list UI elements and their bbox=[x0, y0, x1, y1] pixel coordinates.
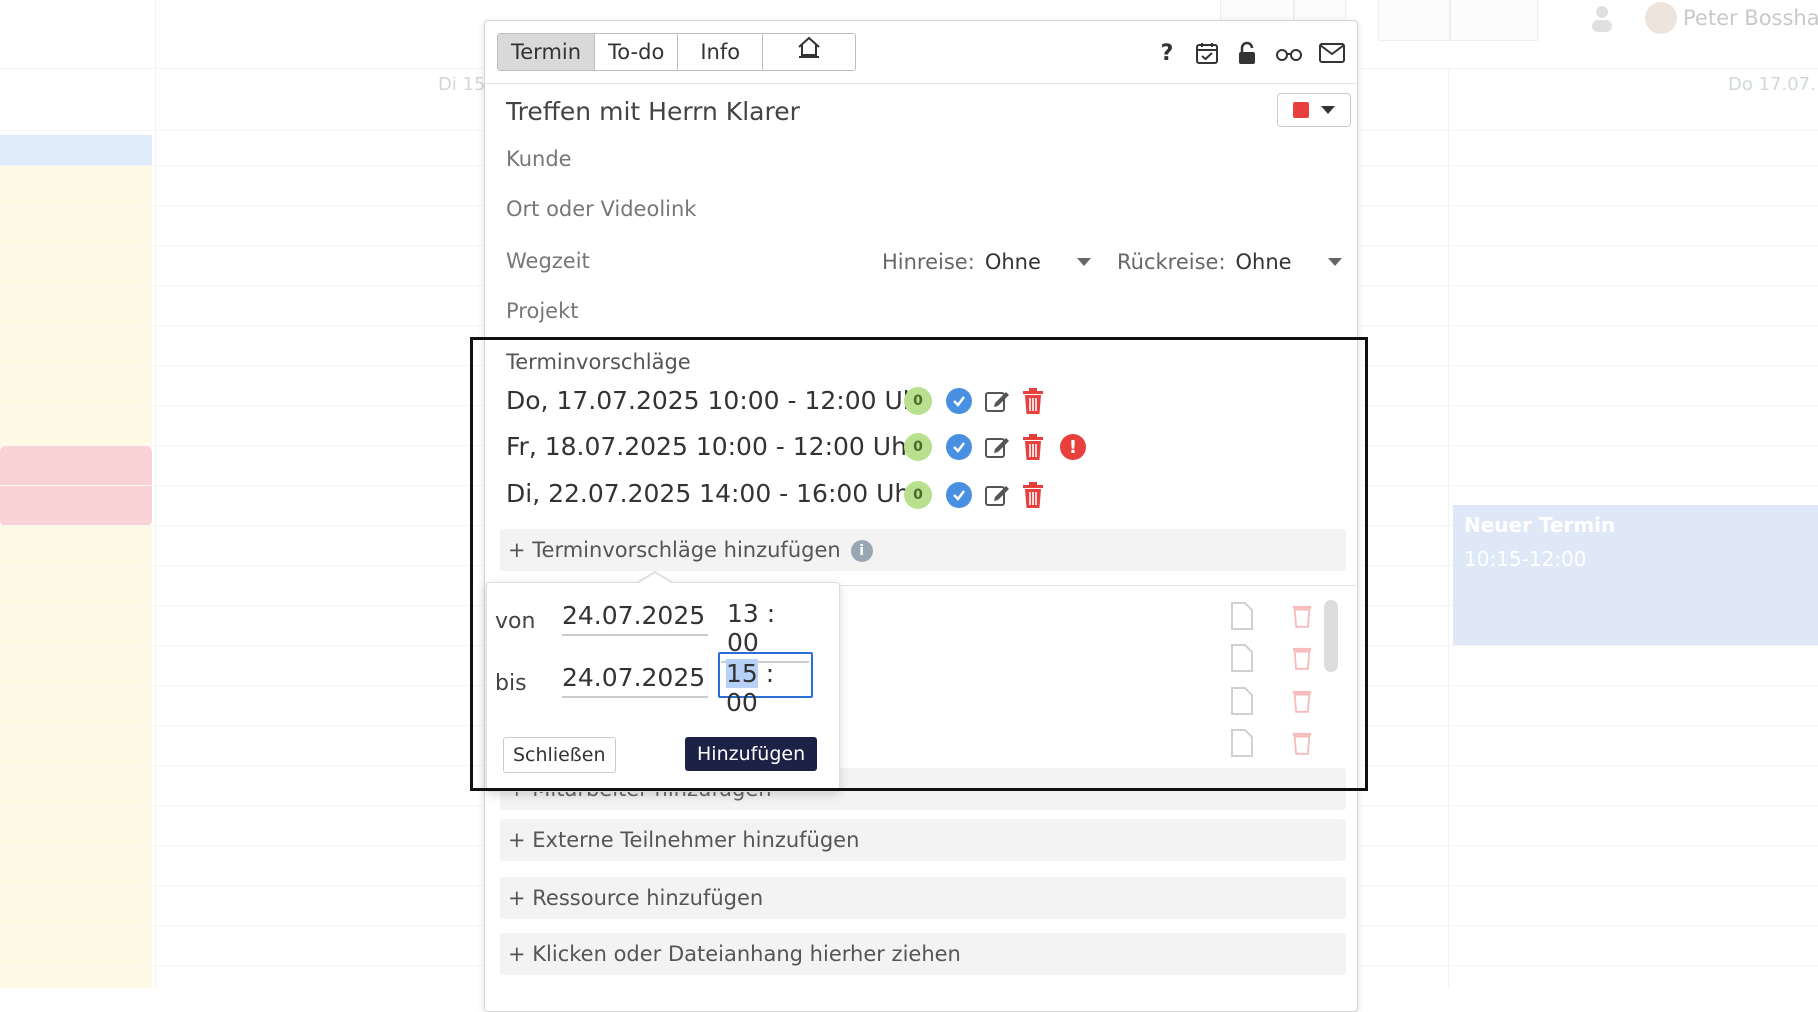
file-icon[interactable] bbox=[1230, 687, 1254, 715]
calendar-check-icon[interactable] bbox=[1195, 41, 1219, 65]
proposal-item: Fr, 18.07.2025 10:00 - 12:00 Uhr bbox=[506, 432, 918, 461]
from-label: von bbox=[495, 609, 536, 634]
to-date-input[interactable]: 24.07.2025 bbox=[562, 663, 708, 698]
outbound-select[interactable]: Hinreise: Ohne bbox=[882, 250, 1091, 274]
file-icon[interactable] bbox=[1230, 602, 1254, 630]
new-event-time: 10:15-12:00 bbox=[1464, 547, 1587, 571]
day-label-tue: Di 15 bbox=[438, 74, 486, 95]
proposal-item: Di, 22.07.2025 14:00 - 16:00 Uhr bbox=[506, 479, 921, 508]
new-event-block[interactable]: Neuer Termin 10:15-12:00 bbox=[1453, 505, 1818, 645]
trash-icon[interactable] bbox=[1292, 644, 1312, 670]
add-external-participants-button[interactable]: + Externe Teilnehmer hinzufügen bbox=[500, 819, 1346, 861]
new-event-title: Neuer Termin bbox=[1464, 513, 1616, 537]
check-icon[interactable] bbox=[946, 388, 972, 414]
info-icon[interactable]: i bbox=[850, 540, 873, 562]
location-field[interactable]: Ort oder Videolink bbox=[506, 197, 696, 221]
file-icon[interactable] bbox=[1230, 729, 1254, 757]
tab-info[interactable]: Info bbox=[678, 34, 764, 70]
proposal-item: Do, 17.07.2025 10:00 - 12:00 Uhr bbox=[506, 386, 929, 415]
trash-icon[interactable] bbox=[1292, 602, 1312, 628]
file-icon[interactable] bbox=[1230, 644, 1254, 672]
date-range-popover: von 24.07.2025 13 : 00 bis 24.07.2025 15… bbox=[486, 571, 840, 792]
to-label: bis bbox=[495, 671, 527, 696]
vote-count-badge: 0 bbox=[904, 481, 932, 509]
to-time-input[interactable]: 15 : 00 bbox=[718, 652, 813, 717]
edit-icon[interactable] bbox=[984, 388, 1010, 414]
envelope-icon[interactable] bbox=[1319, 41, 1345, 65]
add-proposals-button[interactable]: + Terminvorschläge hinzufügen i bbox=[500, 529, 1346, 571]
tab-bar: Termin To-do Info bbox=[497, 33, 857, 71]
chevron-down-icon bbox=[1321, 106, 1335, 114]
avatar[interactable] bbox=[1645, 2, 1677, 34]
color-filter-button[interactable] bbox=[1450, 0, 1538, 41]
to-minute: 00 bbox=[726, 688, 758, 717]
trash-icon[interactable] bbox=[1292, 687, 1312, 713]
add-button[interactable]: Hinzufügen bbox=[685, 737, 818, 771]
day-label-thu: Do 17.07. bbox=[1728, 74, 1816, 95]
unlock-icon[interactable] bbox=[1235, 41, 1259, 65]
color-picker[interactable] bbox=[1277, 93, 1351, 127]
add-resource-button[interactable]: + Ressource hinzufügen bbox=[500, 877, 1346, 919]
tab-termin[interactable]: Termin bbox=[498, 34, 596, 70]
to-hour: 15 bbox=[726, 659, 758, 688]
trash-icon[interactable] bbox=[1022, 482, 1044, 508]
proposal-actions: 0 bbox=[904, 387, 1044, 415]
outbound-label: Hinreise: bbox=[882, 250, 975, 274]
attachment-dropzone[interactable]: + Klicken oder Dateianhang hierher ziehe… bbox=[500, 933, 1346, 975]
add-proposals-label: + Terminvorschläge hinzufügen bbox=[508, 538, 841, 562]
person-icon[interactable] bbox=[1590, 4, 1614, 32]
user-name[interactable]: Peter Bosshar bbox=[1683, 6, 1818, 30]
proposals-label: Terminvorschläge bbox=[506, 350, 691, 374]
close-button[interactable]: Schließen bbox=[503, 737, 616, 773]
chevron-down-icon bbox=[1076, 258, 1091, 266]
chevron-down-icon bbox=[1327, 258, 1342, 266]
warning-icon[interactable]: ! bbox=[1060, 434, 1086, 460]
edit-icon[interactable] bbox=[984, 482, 1010, 508]
project-field[interactable]: Projekt bbox=[506, 299, 578, 323]
glasses-icon[interactable] bbox=[1275, 41, 1303, 65]
trash-icon[interactable] bbox=[1292, 729, 1312, 755]
return-value: Ohne bbox=[1235, 250, 1292, 274]
appointment-title[interactable]: Treffen mit Herrn Klarer bbox=[506, 97, 800, 126]
vote-count-badge: 0 bbox=[904, 387, 932, 415]
proposal-actions: 0 ! bbox=[904, 433, 1086, 461]
vote-count-badge: 0 bbox=[904, 433, 932, 461]
trash-icon[interactable] bbox=[1022, 434, 1044, 460]
customer-field[interactable]: Kunde bbox=[506, 147, 572, 171]
color-swatch bbox=[1293, 102, 1309, 118]
from-date-input[interactable]: 24.07.2025 bbox=[562, 601, 708, 636]
help-icon[interactable]: ? bbox=[1155, 41, 1179, 66]
dialog-toolbar: ? bbox=[1155, 41, 1345, 66]
filter-button[interactable] bbox=[1378, 0, 1450, 41]
scrollbar-thumb[interactable] bbox=[1324, 600, 1338, 672]
trash-icon[interactable] bbox=[1022, 388, 1044, 414]
edit-icon[interactable] bbox=[984, 434, 1010, 460]
appointment-dialog: Termin To-do Info ? Treffen mit Herrn Kl… bbox=[484, 20, 1358, 1012]
check-icon[interactable] bbox=[946, 434, 972, 460]
travel-time-label: Wegzeit bbox=[506, 249, 590, 273]
check-icon[interactable] bbox=[946, 482, 972, 508]
return-label: Rückreise: bbox=[1117, 250, 1226, 274]
house-icon bbox=[798, 36, 820, 58]
from-hour: 13 bbox=[727, 599, 759, 628]
left-column bbox=[0, 0, 156, 988]
proposal-actions: 0 bbox=[904, 481, 1044, 509]
tab-house[interactable] bbox=[763, 34, 856, 70]
return-select[interactable]: Rückreise: Ohne bbox=[1117, 250, 1342, 274]
outbound-value: Ohne bbox=[984, 250, 1041, 274]
tab-todo[interactable]: To-do bbox=[595, 34, 679, 70]
